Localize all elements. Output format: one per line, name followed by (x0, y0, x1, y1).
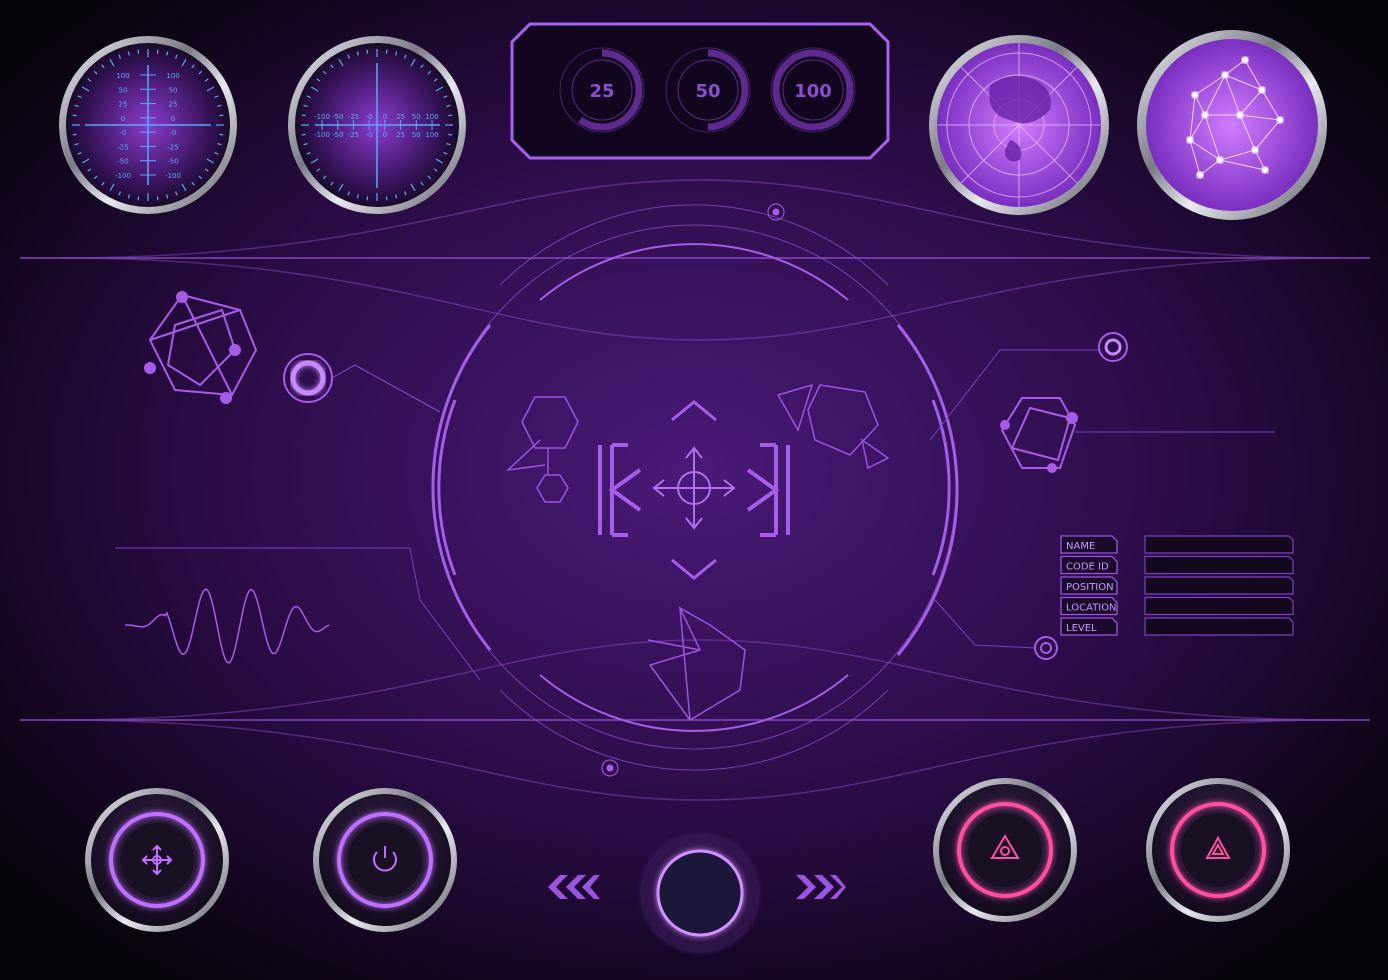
network-node (1258, 86, 1266, 94)
scale-label: 25 (396, 113, 405, 121)
scale-label: -50 (167, 158, 178, 166)
form-row: LOCATION (1060, 596, 1294, 616)
field-input[interactable] (1144, 535, 1294, 554)
field-label: POSITION (1066, 582, 1114, 593)
vertical-scale-gauge: 100 100 50 50 25 25 0 0 -0 -0 -25 -25 -50 -50 -100 -100 (59, 36, 237, 214)
network-globe-display[interactable] (1137, 30, 1327, 220)
scale-label: 100 (116, 72, 129, 80)
network-node (1196, 171, 1204, 179)
scale-label: -25 (348, 131, 359, 139)
scale-label: -100 (314, 131, 330, 139)
network-node (1201, 111, 1209, 119)
warning-triangle-button[interactable] (1146, 778, 1290, 922)
field-label: NAME (1066, 541, 1095, 552)
scale-label: 100 (425, 113, 438, 121)
scale-label: 50 (412, 113, 421, 121)
field-input[interactable] (1144, 555, 1294, 575)
scale-label: -0 (366, 113, 373, 121)
scale-label: -100 (165, 172, 181, 180)
field-input[interactable] (1144, 576, 1294, 595)
center-circle-icon (656, 849, 744, 937)
scale-label: -25 (117, 143, 128, 151)
scale-label: 50 (412, 131, 421, 139)
hud-screen: 100 10050 5025 250 0-0 -0-25 -25-50 -50-100 -100… (0, 0, 1388, 980)
level-ring-value: 50 (695, 81, 720, 102)
horizontal-scale-gauge: -100-100-50-50-25-25-0-00025255050100100 (288, 36, 466, 214)
scale-label: 100 (425, 131, 438, 139)
field-label: LEVEL (1066, 623, 1097, 634)
move-arrows-button[interactable] (85, 788, 229, 932)
scale-label: -50 (332, 113, 343, 121)
scale-label: 50 (169, 86, 178, 94)
scale-label: -25 (167, 143, 178, 151)
scale-label: 0 (121, 115, 125, 123)
network-node (1221, 71, 1229, 79)
biohazard-button[interactable] (933, 778, 1077, 922)
network-node (1186, 136, 1194, 144)
form-row: POSITION (1060, 576, 1294, 595)
scale-label: 25 (169, 101, 178, 109)
scale-label: -0 (120, 129, 127, 137)
level-ring-value: 25 (589, 81, 614, 102)
field-input[interactable] (1144, 617, 1294, 636)
scale-label: 0 (383, 113, 387, 121)
network-node (1216, 156, 1224, 164)
network-node (1191, 91, 1199, 99)
scale-label: 0 (171, 115, 175, 123)
network-node (1241, 56, 1249, 64)
level-panel: 25 50 100 (510, 22, 890, 160)
network-node (1261, 166, 1269, 174)
scale-label: 100 (166, 72, 179, 80)
scale-label: -25 (348, 113, 359, 121)
level-ring-value: 100 (794, 81, 832, 102)
scale-label: -0 (366, 131, 373, 139)
scale-label: -50 (117, 158, 128, 166)
field-label: CODE ID (1066, 562, 1109, 573)
form-row: LEVEL (1060, 617, 1294, 636)
power-button[interactable] (313, 788, 457, 932)
scale-label: -100 (314, 113, 330, 121)
scale-label: -50 (332, 131, 343, 139)
network-node (1276, 116, 1284, 124)
field-input[interactable] (1144, 596, 1294, 616)
form-row: NAME (1060, 535, 1294, 554)
center-circle-button[interactable] (640, 833, 760, 953)
network-node (1236, 111, 1244, 119)
scale-label: -0 (170, 129, 177, 137)
scale-label: 50 (119, 86, 128, 94)
field-label: LOCATION (1066, 603, 1117, 614)
scale-label: -100 (115, 172, 131, 180)
network-node (1251, 146, 1259, 154)
scale-label: 25 (119, 101, 128, 109)
form-row: CODE ID (1060, 555, 1294, 575)
radar-display[interactable] (929, 35, 1109, 215)
scale-label: 25 (396, 131, 405, 139)
scale-label: 0 (383, 131, 387, 139)
info-form: NAME CODE ID POSITION LOCATION LEVEL (1060, 535, 1294, 636)
